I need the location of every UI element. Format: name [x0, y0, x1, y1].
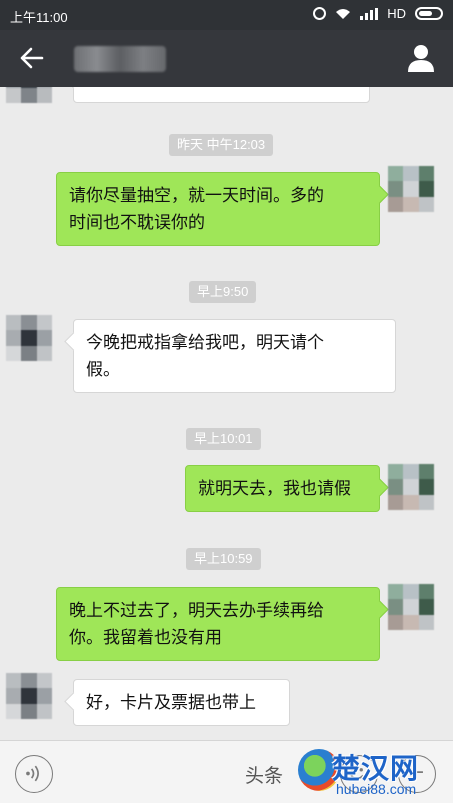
voice-icon	[26, 765, 39, 782]
incoming-message	[73, 87, 370, 103]
my-avatar[interactable]	[388, 584, 434, 630]
chat-header	[0, 30, 453, 87]
watermark-text: 头条	[245, 766, 284, 787]
battery-icon	[415, 7, 443, 20]
contact-avatar[interactable]	[6, 87, 52, 103]
timestamp: 早上10:59	[186, 548, 261, 570]
watermark-url: hubei88.com	[336, 781, 417, 797]
message-line: 时间也不耽误你的	[69, 213, 205, 232]
status-bar: 上午11:00 HD	[0, 0, 453, 30]
message-line: 你。我留着也没有用	[69, 628, 222, 647]
input-bar: 头条 楚汉网 hubei88.com	[0, 740, 453, 803]
contact-name	[74, 46, 166, 72]
outgoing-message: 晚上不过去了，明天去办手续再给 你。我留着也没有用	[56, 587, 380, 661]
message-line: 今晚把戒指拿给我吧，明天请个	[86, 333, 324, 352]
status-time: 上午11:00	[10, 10, 68, 25]
voice-button[interactable]	[15, 755, 53, 793]
timestamp: 早上10:01	[186, 428, 261, 450]
message-line: 请你尽量抽空，就一天时间。多的	[69, 186, 324, 205]
back-arrow-icon[interactable]	[18, 45, 44, 71]
incoming-message: 好，卡片及票据也带上	[73, 679, 290, 726]
message-line: 晚上不过去了，明天去办手续再给	[69, 601, 324, 620]
message-line: 好，卡片及票据也带上	[86, 693, 256, 712]
incoming-message: 今晚把戒指拿给我吧，明天请个 假。	[73, 319, 396, 393]
outgoing-message: 请你尽量抽空，就一天时间。多的 时间也不耽误你的	[56, 172, 380, 246]
wifi-icon	[336, 8, 351, 19]
timestamp: 早上9:50	[189, 281, 257, 303]
message-line: 假。	[86, 360, 120, 379]
person-icon[interactable]	[407, 43, 435, 73]
alarm-icon	[313, 7, 327, 20]
contact-avatar[interactable]	[6, 673, 52, 719]
network-label: HD	[387, 6, 406, 21]
my-avatar[interactable]	[388, 166, 434, 212]
message-line: 就明天去，我也请假	[198, 479, 351, 498]
contact-avatar[interactable]	[6, 315, 52, 361]
chat-area[interactable]: 昨天 中午12:03 请你尽量抽空，就一天时间。多的 时间也不耽误你的 早上9:…	[0, 87, 453, 740]
outgoing-message: 就明天去，我也请假	[185, 465, 380, 512]
my-avatar[interactable]	[388, 464, 434, 510]
timestamp: 昨天 中午12:03	[169, 134, 274, 156]
signal-icon	[360, 7, 379, 20]
